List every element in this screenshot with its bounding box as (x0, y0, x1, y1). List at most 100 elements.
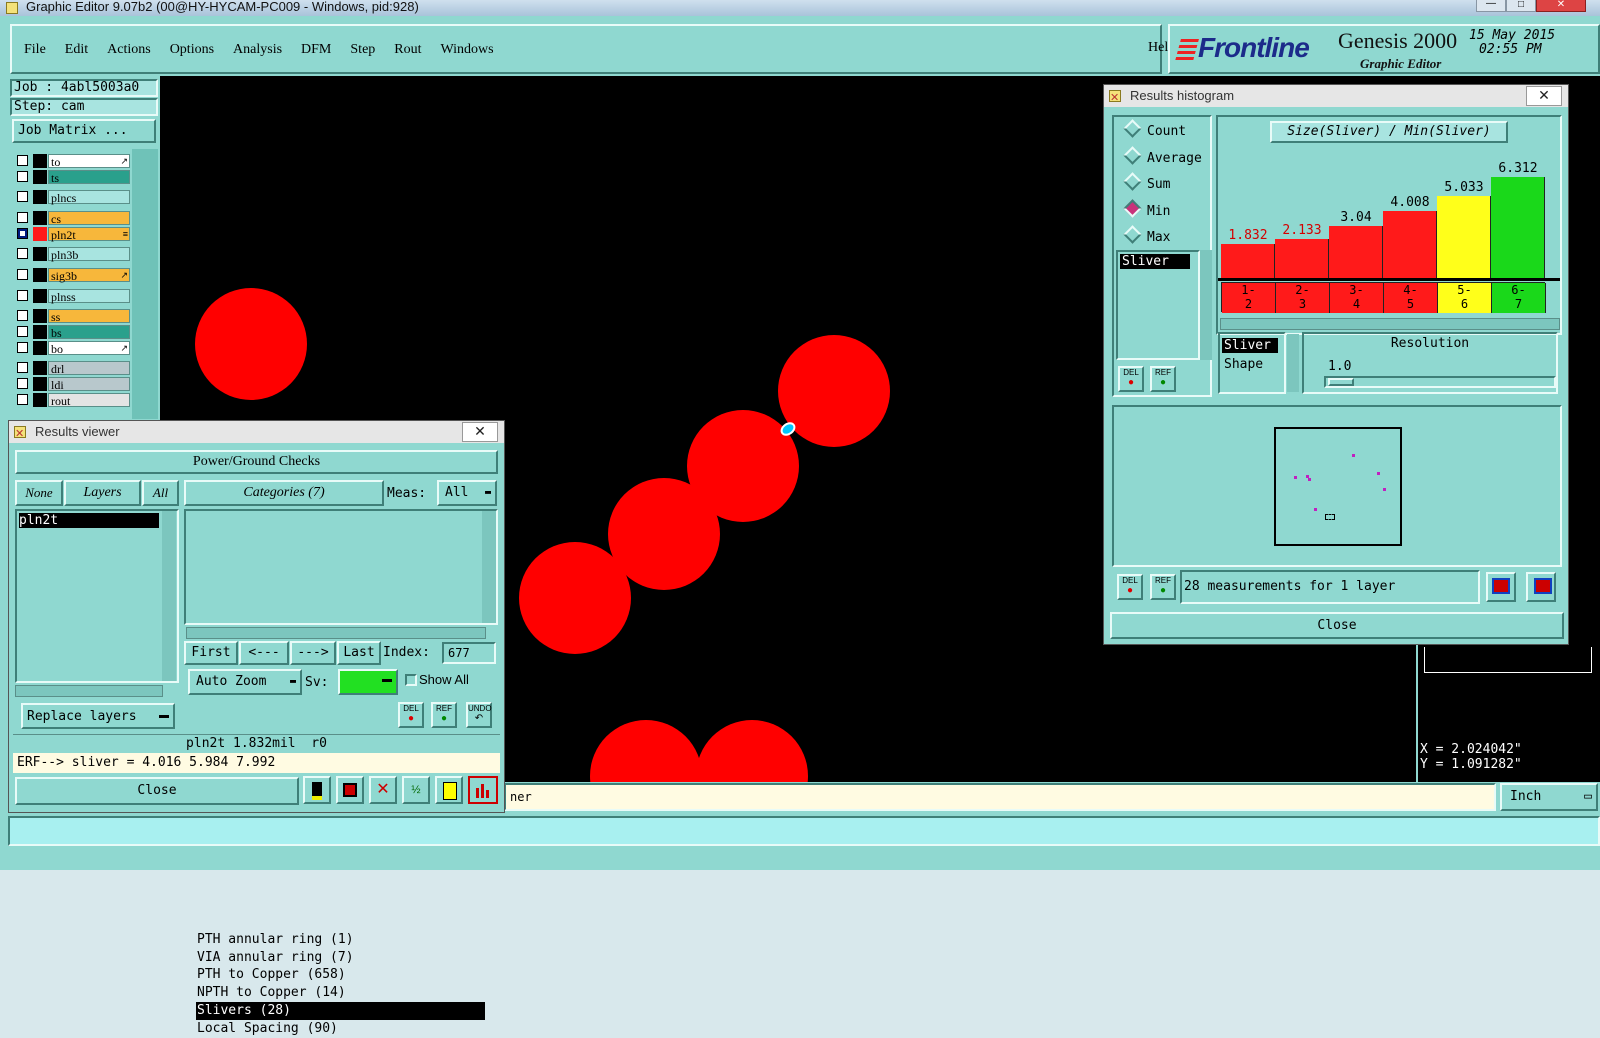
category-item[interactable]: PTH to Copper (658) (196, 966, 485, 984)
filter-all-button[interactable]: All (142, 480, 179, 506)
show-all-checkbox[interactable] (405, 674, 417, 686)
layer-name[interactable]: ts (48, 170, 130, 185)
radio-average[interactable]: Average (1123, 145, 1202, 166)
layer-row[interactable]: cs (14, 211, 130, 226)
attribute-item-sliver[interactable]: Sliver (1222, 338, 1278, 353)
layer-checkbox[interactable] (17, 378, 28, 389)
close-icon[interactable]: ✕ (1526, 86, 1562, 106)
layer-color-swatch[interactable] (33, 211, 47, 225)
layer-row[interactable]: sig3b ↗ (14, 268, 130, 283)
layer-checkbox[interactable] (17, 228, 28, 239)
zoom-result-icon[interactable] (336, 776, 364, 804)
replace-layers-button[interactable]: Replace layers ▬ (21, 703, 175, 729)
histogram-close-button[interactable]: Close (1110, 612, 1564, 639)
pad-feature[interactable] (519, 542, 631, 654)
layer-name[interactable]: bs (48, 325, 130, 340)
pad-feature[interactable] (696, 720, 808, 832)
report-icon[interactable] (435, 776, 463, 804)
layer-row[interactable]: to ↗ (14, 154, 130, 169)
layer-checkbox[interactable] (17, 191, 28, 202)
menu-file[interactable]: File (24, 42, 46, 58)
layer-color-swatch[interactable] (33, 170, 47, 184)
exclude-icon[interactable]: ✕ (369, 776, 397, 804)
measure-list-scrollbar[interactable] (1200, 250, 1212, 360)
histogram-bar[interactable] (1383, 211, 1437, 279)
maximize-button[interactable]: □ (1506, 0, 1536, 12)
layer-color-swatch[interactable] (33, 227, 47, 241)
filter-none-button[interactable]: None (15, 480, 63, 506)
layer-name[interactable]: to (48, 154, 130, 169)
radio-max[interactable]: Max (1123, 225, 1170, 245)
layer-name[interactable]: sig3b (48, 268, 130, 283)
layer-row[interactable]: drl (14, 361, 130, 376)
category-item[interactable]: VIA annular ring (7) (196, 949, 485, 967)
layer-row[interactable]: ldi (14, 377, 130, 392)
refresh-icon[interactable]: REF ● (1150, 366, 1176, 392)
pad-feature[interactable] (778, 335, 890, 447)
prev-button[interactable]: <--- (239, 641, 289, 665)
menu-step[interactable]: Step (350, 42, 375, 58)
radio-diamond-icon[interactable] (1123, 172, 1142, 191)
categories-button[interactable]: Categories (7) (184, 480, 384, 506)
histogram-bar[interactable] (1329, 226, 1383, 279)
layer-display-icon[interactable] (303, 776, 331, 804)
layer-color-swatch[interactable] (33, 393, 47, 407)
delete-icon[interactable]: DEL ● (1118, 366, 1144, 392)
histogram-bar[interactable] (1221, 244, 1275, 279)
units-select[interactable]: Inch ▭ (1500, 783, 1598, 811)
delete-icon[interactable]: DEL ● (398, 702, 424, 728)
menu-analysis[interactable]: Analysis (233, 42, 282, 58)
category-hscrollbar[interactable] (186, 627, 486, 639)
layer-name[interactable]: rout (48, 393, 130, 408)
category-scrollbar[interactable] (482, 511, 496, 623)
numbering-icon[interactable]: ½ (402, 776, 430, 804)
layer-color-swatch[interactable] (33, 247, 47, 261)
layer-color-swatch[interactable] (33, 289, 47, 303)
measure-item[interactable]: Sliver (1120, 254, 1190, 269)
attribute-item-shape[interactable]: Shape (1222, 357, 1263, 372)
radio-diamond-icon[interactable] (1123, 119, 1142, 138)
layer-result-list[interactable]: pln2t (15, 509, 179, 683)
histogram-category-label[interactable]: 2- 3 (1276, 283, 1330, 313)
layer-preview[interactable] (1274, 427, 1402, 546)
layer-name[interactable]: ldi (48, 377, 130, 392)
layer-row[interactable]: plnss (14, 289, 130, 304)
category-item[interactable]: Slivers (28) (196, 1001, 485, 1020)
pad-feature[interactable] (195, 288, 307, 400)
category-item[interactable]: Local Spacing (90) (196, 1020, 485, 1038)
radio-diamond-icon[interactable] (1123, 145, 1142, 165)
layer-checkbox[interactable] (17, 155, 28, 166)
histogram-category-label[interactable]: 5- 6 (1438, 283, 1492, 313)
pad-feature[interactable] (590, 720, 702, 832)
import-icon[interactable] (1526, 572, 1556, 602)
layer-row[interactable]: ss (14, 309, 130, 324)
layer-color-swatch[interactable] (33, 190, 47, 204)
minimize-button[interactable]: — (1476, 0, 1506, 12)
menu-actions[interactable]: Actions (107, 42, 151, 58)
menu-rout[interactable]: Rout (394, 42, 421, 58)
export-icon[interactable] (1486, 572, 1516, 602)
layer-checkbox[interactable] (17, 269, 28, 280)
job-matrix-button[interactable]: Job Matrix ... (12, 119, 156, 143)
layer-name[interactable]: pln3b (48, 247, 130, 262)
layer-name[interactable]: bo (48, 341, 130, 356)
chart-hscrollbar[interactable] (1220, 318, 1560, 330)
layer-color-swatch[interactable] (33, 377, 47, 391)
layer-checkbox[interactable] (17, 171, 28, 182)
close-icon[interactable]: ✕ (462, 422, 498, 442)
layer-color-swatch[interactable] (33, 154, 47, 168)
layer-row[interactable]: pln2t ≡ (14, 227, 130, 242)
histogram-bar[interactable] (1491, 177, 1545, 279)
layer-row[interactable]: rout (14, 393, 130, 408)
meas-select[interactable]: All ▬ (437, 480, 497, 506)
histogram-icon[interactable] (468, 776, 498, 804)
category-item[interactable]: NPTH to Copper (14) (196, 984, 485, 1002)
layer-checkbox[interactable] (17, 362, 28, 373)
attribute-scrollbar[interactable] (1287, 334, 1299, 392)
undo-icon[interactable]: UNDO ↶ (466, 702, 492, 728)
radio-sum[interactable]: Sum (1123, 172, 1170, 192)
layer-checkbox[interactable] (17, 342, 28, 353)
attribute-list[interactable]: Sliver Shape (1218, 332, 1286, 394)
layer-checkbox[interactable] (17, 310, 28, 321)
layer-color-swatch[interactable] (33, 309, 47, 323)
